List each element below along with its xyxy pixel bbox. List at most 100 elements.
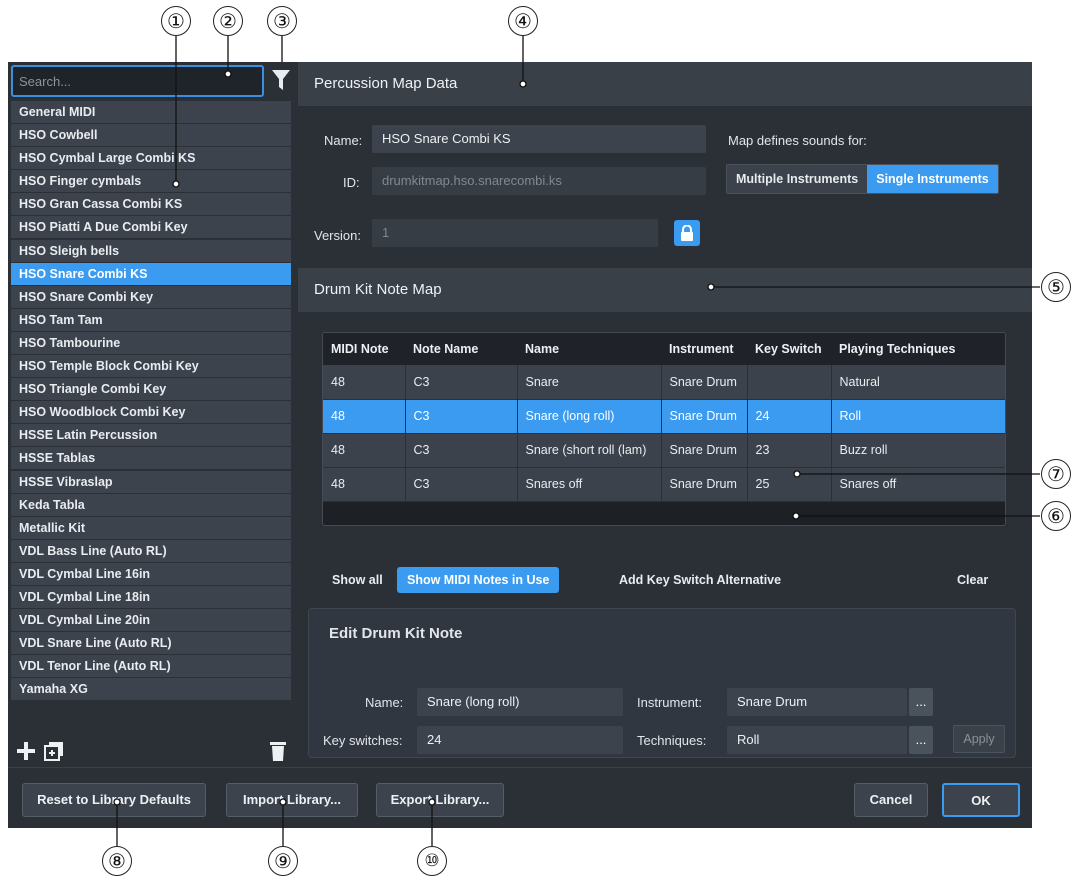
dialog-footer: Reset to Library Defaults Import Library… (8, 767, 1032, 828)
cell-midi-note: 48 (323, 365, 406, 400)
library-list-item[interactable]: HSO Snare Combi KS (11, 262, 291, 286)
library-actions (8, 734, 294, 767)
edit-keyswitch-field[interactable]: 24 (417, 726, 623, 754)
library-list-item[interactable]: HSSE Latin Percussion (11, 424, 291, 448)
edit-instrument-field[interactable]: Snare Drum (727, 688, 907, 716)
cell-key-switch: 23 (747, 433, 832, 468)
callout-5: ⑤ (1041, 272, 1071, 302)
note-map-table: MIDI Note Note Name Name Instrument Key … (322, 332, 1006, 526)
trash-icon[interactable] (266, 738, 290, 764)
col-name[interactable]: Name (517, 333, 661, 365)
library-list-item[interactable]: VDL Cymbal Line 16in (11, 562, 291, 586)
library-list-item[interactable]: HSO Sleigh bells (11, 239, 291, 263)
map-data-title: Percussion Map Data (298, 62, 1032, 106)
callout-10: ⑩ (417, 846, 447, 876)
show-midi-in-use-button[interactable]: Show MIDI Notes in Use (397, 567, 560, 593)
library-list-item[interactable]: Metallic Kit (11, 516, 291, 540)
table-row[interactable]: 48 C3 Snares off Snare Drum 25 Snares off (323, 467, 1005, 502)
name-label: Name: (324, 133, 363, 148)
cell-note-name: C3 (405, 433, 518, 468)
map-data-section: Percussion Map Data Name: HSO Snare Comb… (298, 62, 1032, 262)
edit-name-field[interactable]: Snare (long roll) (417, 688, 623, 716)
callout-2: ② (213, 6, 243, 36)
multiple-instruments-option[interactable]: Multiple Instruments (727, 165, 868, 193)
library-list-item[interactable]: HSO Snare Combi Key (11, 285, 291, 309)
table-row[interactable]: 48 C3 Snare (short roll (lam) Snare Drum 23 B… (323, 433, 1005, 468)
ok-button[interactable]: OK (942, 783, 1020, 817)
apply-button[interactable]: Apply (953, 725, 1005, 753)
cell-playing-technique: Natural (831, 365, 1005, 400)
edit-instrument-label: Instrument: (637, 695, 703, 710)
library-list-item[interactable]: HSO Cowbell (11, 124, 291, 148)
col-midi-note[interactable]: MIDI Note (323, 333, 405, 365)
cell-note-name: C3 (405, 365, 518, 400)
edit-note-title: Edit Drum Kit Note (329, 625, 463, 642)
library-list-item[interactable]: HSO Tam Tam (11, 308, 291, 332)
percussion-maps-dialog: Search... General MIDI HSO Cowbell HSO Cym… (8, 62, 1032, 828)
library-list-item[interactable]: HSO Cymbal Large Combi KS (11, 147, 291, 171)
search-input[interactable]: Search... (11, 65, 264, 97)
id-label: ID: (343, 175, 360, 190)
cell-instrument: Snare Drum (661, 365, 748, 400)
version-field: 1 (372, 219, 658, 247)
edit-techniques-field[interactable]: Roll (727, 726, 907, 754)
edit-name-label: Name: (365, 695, 404, 710)
library-list-item[interactable]: VDL Bass Line (Auto RL) (11, 539, 291, 563)
instrument-more-button[interactable]: ... (909, 688, 933, 716)
library-list-item[interactable]: HSO Triangle Combi Key (11, 378, 291, 402)
library-list-item[interactable]: HSO Woodblock Combi Key (11, 401, 291, 425)
lock-icon[interactable] (674, 220, 700, 246)
library-list-item[interactable]: HSO Tambourine (11, 331, 291, 355)
table-header-row: MIDI Note Note Name Name Instrument Key … (323, 333, 1005, 365)
library-list-item[interactable]: HSSE Vibraslap (11, 470, 291, 494)
cell-name: Snare (short roll (lam) (517, 433, 662, 468)
callout-6: ⑥ (1041, 501, 1071, 531)
add-key-switch-button[interactable]: Add Key Switch Alternative (619, 573, 781, 587)
library-list-item[interactable]: Yamaha XG (11, 678, 291, 702)
filter-icon[interactable] (270, 66, 292, 94)
library-list-item[interactable]: HSO Finger cymbals (11, 170, 291, 194)
col-key-switch[interactable]: Key Switch (747, 333, 831, 365)
cell-instrument: Snare Drum (661, 467, 748, 502)
show-all-button[interactable]: Show all (332, 573, 383, 587)
col-note-name[interactable]: Note Name (405, 333, 517, 365)
note-map-title: Drum Kit Note Map (298, 268, 1032, 312)
cell-playing-technique: Roll (831, 399, 1005, 434)
name-field[interactable]: HSO Snare Combi KS (372, 125, 706, 153)
cell-playing-technique: Snares off (831, 467, 1005, 502)
cell-key-switch: 25 (747, 467, 832, 502)
cell-name: Snares off (517, 467, 662, 502)
callout-3: ③ (267, 6, 297, 36)
library-list-item[interactable]: HSSE Tablas (11, 447, 291, 471)
export-library-button[interactable]: Export Library... (376, 783, 504, 817)
single-instruments-option[interactable]: Single Instruments (867, 165, 998, 193)
table-row[interactable]: 48 C3 Snare Snare Drum Natural (323, 365, 1005, 400)
library-list-item[interactable]: Keda Tabla (11, 493, 291, 517)
duplicate-icon[interactable] (42, 738, 66, 764)
library-list-item[interactable]: VDL Tenor Line (Auto RL) (11, 655, 291, 679)
library-list-item[interactable]: HSO Piatti A Due Combi Key (11, 216, 291, 240)
add-icon[interactable] (14, 738, 38, 764)
defines-label: Map defines sounds for: (728, 133, 867, 148)
reset-library-button[interactable]: Reset to Library Defaults (22, 783, 206, 817)
callout-7: ⑦ (1041, 459, 1071, 489)
cell-note-name: C3 (405, 399, 518, 434)
edit-keyswitch-label: Key switches: (323, 733, 403, 748)
library-list-item[interactable]: VDL Snare Line (Auto RL) (11, 632, 291, 656)
sound-scope-toggle: Multiple Instruments Single Instruments (726, 164, 999, 194)
cancel-button[interactable]: Cancel (854, 783, 928, 817)
library-list-item[interactable]: HSO Temple Block Combi Key (11, 355, 291, 379)
import-library-button[interactable]: Import Library... (226, 783, 358, 817)
library-list-item[interactable]: VDL Cymbal Line 20in (11, 609, 291, 633)
techniques-more-button[interactable]: ... (909, 726, 933, 754)
clear-button[interactable]: Clear (957, 573, 988, 587)
col-instrument[interactable]: Instrument (661, 333, 747, 365)
cell-midi-note: 48 (323, 433, 406, 468)
library-list-item[interactable]: HSO Gran Cassa Combi KS (11, 193, 291, 217)
cell-key-switch: 24 (747, 399, 832, 434)
library-list-item[interactable]: VDL Cymbal Line 18in (11, 585, 291, 609)
col-playing-techniques[interactable]: Playing Techniques (831, 333, 1005, 365)
library-list-item[interactable]: General MIDI (11, 101, 291, 124)
table-row[interactable]: 48 C3 Snare (long roll) Snare Drum 24 Roll (323, 399, 1005, 434)
cell-name: Snare (long roll) (517, 399, 662, 434)
